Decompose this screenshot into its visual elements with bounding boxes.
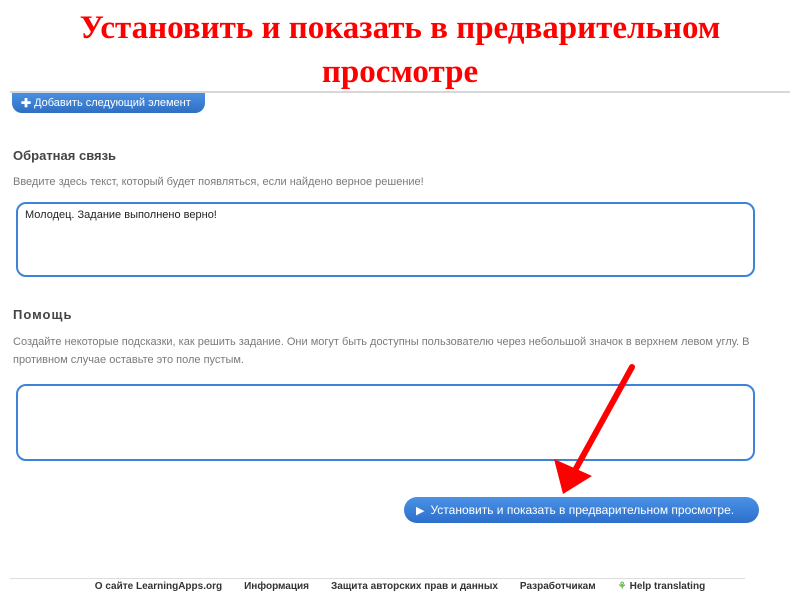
footer-link-copyright[interactable]: Защита авторских прав и данных (331, 581, 498, 599)
help-translating-label: Help translating (629, 581, 706, 592)
footer-link-developers[interactable]: Разработчикам (520, 581, 596, 599)
feedback-hint: Введите здесь текст, который будет появл… (13, 176, 424, 188)
add-next-element-button[interactable]: ✚ Добавить следующий элемент (12, 93, 205, 113)
help-textarea[interactable] (16, 384, 755, 461)
footer-link-help-translating[interactable]: ⚘ Help translating (618, 581, 706, 599)
plus-icon: ✚ (21, 96, 32, 110)
save-and-preview-label: Установить и показать в предварительном … (430, 503, 735, 517)
help-hint: Создайте некоторые подсказки, как решить… (13, 336, 750, 366)
footer-divider (10, 578, 745, 579)
slide-title: Установить и показать в предварительном … (79, 10, 721, 90)
footer-link-info[interactable]: Информация (244, 581, 309, 599)
feedback-textarea[interactable] (16, 202, 755, 277)
save-and-preview-button[interactable]: ▶ Установить и показать в предварительно… (404, 497, 759, 523)
add-next-element-label: Добавить следующий элемент (34, 97, 191, 109)
translate-icon: ⚘ (617, 581, 627, 592)
feedback-heading: Обратная связь (13, 148, 117, 163)
play-icon: ▶ (416, 504, 425, 517)
footer-link-about[interactable]: О сайте LearningApps.org (95, 581, 222, 599)
help-heading: Помощь (13, 307, 73, 322)
footer: О сайте LearningApps.org Информация Защи… (0, 581, 800, 599)
